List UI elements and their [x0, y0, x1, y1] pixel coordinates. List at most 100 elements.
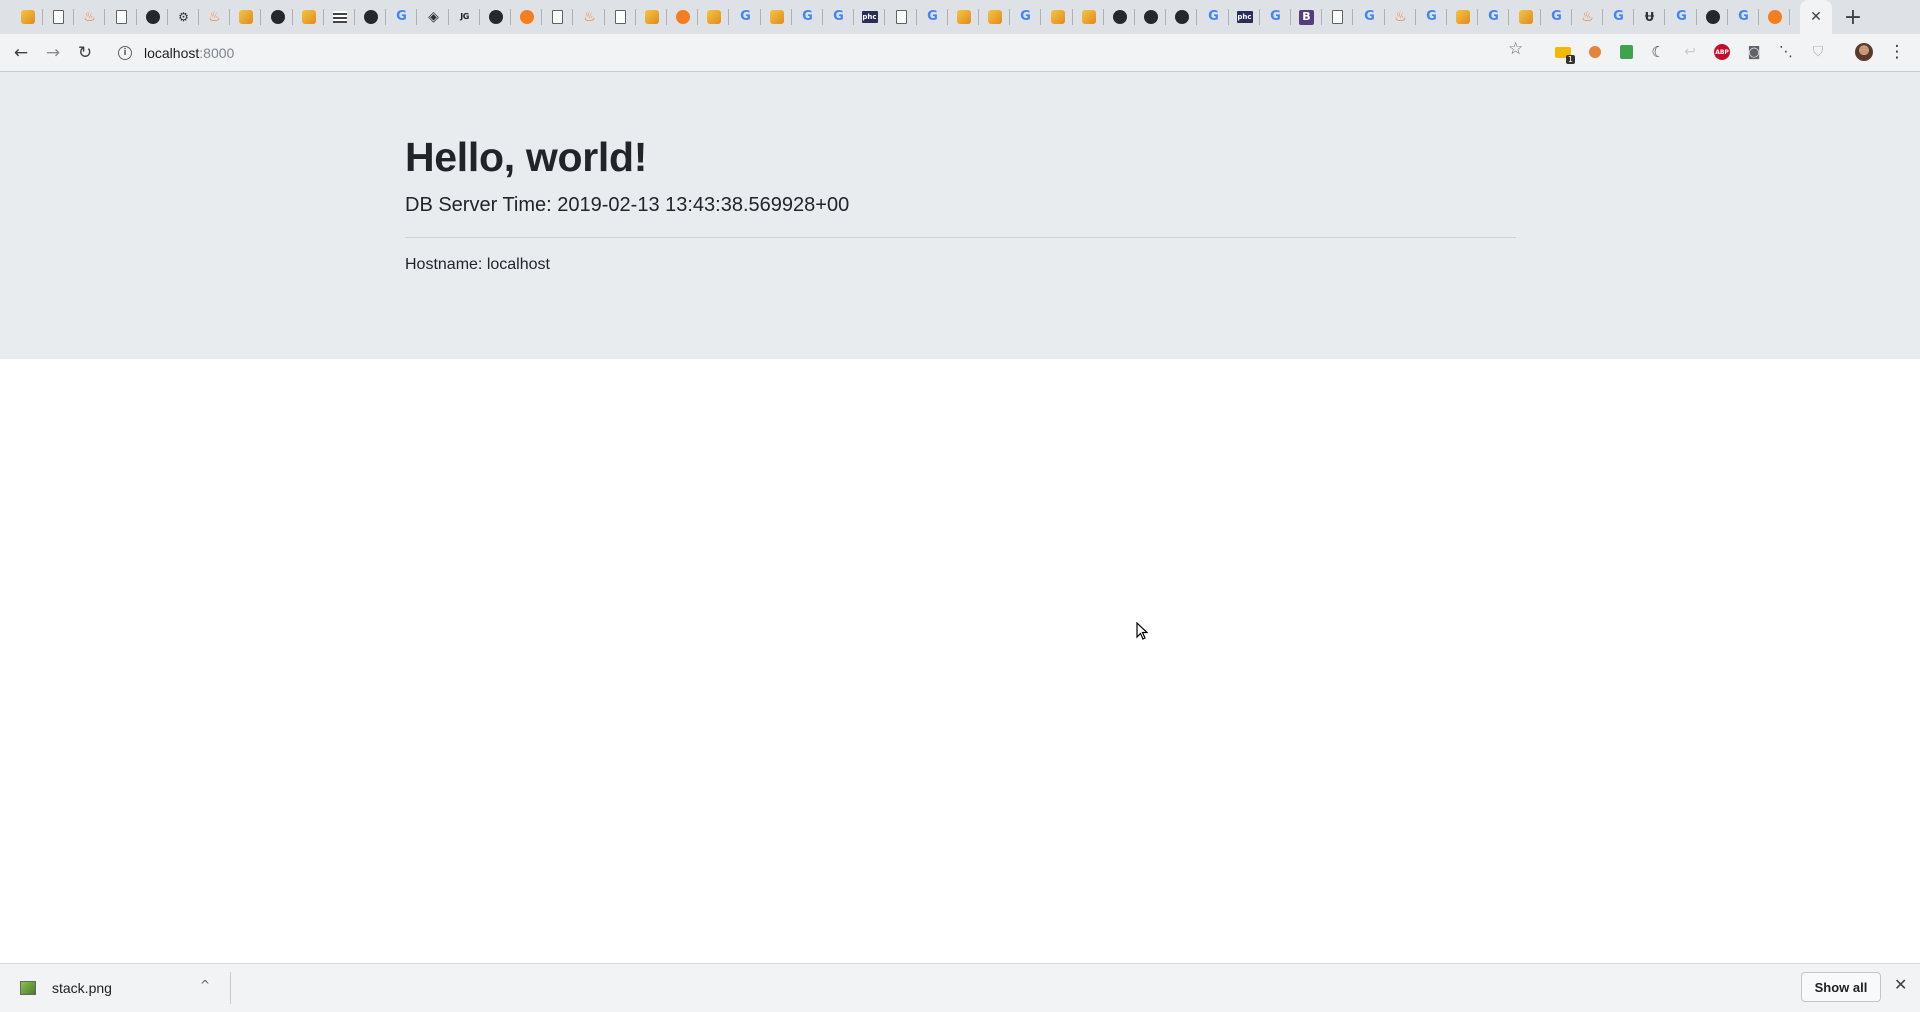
- browser-tab[interactable]: [1042, 0, 1073, 34]
- browser-tab[interactable]: [511, 0, 542, 34]
- page-icon: [116, 10, 127, 24]
- browser-tab[interactable]: G: [730, 0, 761, 34]
- download-item[interactable]: stack.png: [16, 964, 216, 1012]
- browser-tab[interactable]: ⚙: [168, 0, 199, 34]
- browser-tab[interactable]: [979, 0, 1010, 34]
- browser-tab[interactable]: [1073, 0, 1104, 34]
- browser-tab[interactable]: phc: [854, 0, 885, 34]
- tab-separator: [416, 9, 417, 25]
- browser-tab[interactable]: G: [386, 0, 417, 34]
- browser-tab[interactable]: G: [1260, 0, 1291, 34]
- google-icon: G: [1208, 9, 1219, 24]
- browser-tab[interactable]: [1135, 0, 1166, 34]
- browser-tab[interactable]: ♨: [574, 0, 605, 34]
- browser-tab[interactable]: [1166, 0, 1197, 34]
- browser-tab[interactable]: [761, 0, 792, 34]
- browser-tab[interactable]: [293, 0, 324, 34]
- camera-icon[interactable]: ◙: [1745, 43, 1763, 61]
- browser-tab[interactable]: G: [1541, 0, 1572, 34]
- browser-tab[interactable]: ♨: [1572, 0, 1603, 34]
- google-icon: G: [396, 9, 407, 24]
- browser-tab[interactable]: [636, 0, 667, 34]
- browser-tab[interactable]: [262, 0, 293, 34]
- browser-tab[interactable]: [886, 0, 917, 34]
- box-icon: [301, 10, 316, 24]
- browser-tab[interactable]: [1447, 0, 1478, 34]
- browser-tab[interactable]: B: [1291, 0, 1322, 34]
- reload-button[interactable]: ↻: [72, 40, 98, 66]
- browser-tab[interactable]: [1759, 0, 1790, 34]
- stack-icon: ♨: [583, 9, 596, 25]
- browser-tab[interactable]: [324, 0, 355, 34]
- back-button[interactable]: ←: [8, 40, 34, 66]
- stats-icon[interactable]: 1: [1554, 43, 1575, 64]
- new-tab-button[interactable]: +: [1840, 4, 1866, 30]
- browser-tab[interactable]: [667, 0, 698, 34]
- close-shelf-icon[interactable]: ✕: [1894, 975, 1907, 994]
- active-tab[interactable]: ✕: [1800, 0, 1832, 34]
- browser-tab[interactable]: [1322, 0, 1353, 34]
- browser-tab[interactable]: [948, 0, 979, 34]
- browser-tab[interactable]: G: [792, 0, 823, 34]
- browser-tab[interactable]: [12, 0, 43, 34]
- close-tab-icon[interactable]: ✕: [1810, 9, 1822, 25]
- browser-tab[interactable]: [355, 0, 386, 34]
- page-icon: [1332, 10, 1343, 24]
- browser-tab[interactable]: [43, 0, 74, 34]
- chevron-up-icon[interactable]: ^: [200, 978, 210, 992]
- browser-tab[interactable]: [542, 0, 573, 34]
- browser-tab[interactable]: [137, 0, 168, 34]
- browser-tab[interactable]: ♨: [199, 0, 230, 34]
- browser-tab[interactable]: G: [1416, 0, 1447, 34]
- menu-icon[interactable]: ⋮: [1888, 42, 1906, 62]
- extension-badge: 1: [1565, 54, 1575, 64]
- google-icon: G: [740, 9, 751, 24]
- browser-tab[interactable]: ◈: [418, 0, 449, 34]
- browser-tab[interactable]: G: [823, 0, 854, 34]
- browser-tab[interactable]: [106, 0, 137, 34]
- show-all-button[interactable]: Show all: [1801, 972, 1881, 1002]
- dark-mode-icon[interactable]: ☾: [1649, 43, 1667, 61]
- browser-tab[interactable]: [1104, 0, 1135, 34]
- google-icon: G: [1020, 9, 1031, 24]
- rss-icon[interactable]: ⋱: [1777, 43, 1795, 61]
- cookie-icon[interactable]: [1586, 43, 1604, 61]
- browser-tab[interactable]: ♨: [74, 0, 105, 34]
- browser-tab[interactable]: G: [1478, 0, 1509, 34]
- bookmark-star-icon[interactable]: ☆: [1508, 39, 1523, 59]
- browser-tab[interactable]: G: [917, 0, 948, 34]
- arrow-icon[interactable]: ↩: [1681, 43, 1699, 61]
- box-icon: [1518, 10, 1533, 24]
- browser-tab[interactable]: [605, 0, 636, 34]
- browser-tab[interactable]: G: [1728, 0, 1759, 34]
- avatar[interactable]: [1855, 43, 1873, 61]
- adblock-icon[interactable]: ABP: [1713, 43, 1731, 61]
- image-file-icon: [20, 981, 36, 995]
- shield-icon[interactable]: ⛉: [1809, 43, 1827, 61]
- box-icon: [1050, 10, 1065, 24]
- browser-tab[interactable]: G: [1603, 0, 1634, 34]
- browser-tab[interactable]: [1510, 0, 1541, 34]
- evernote-icon[interactable]: [1617, 43, 1635, 61]
- browser-tab[interactable]: [698, 0, 729, 34]
- browser-tab[interactable]: [230, 0, 261, 34]
- browser-tab[interactable]: G: [1010, 0, 1041, 34]
- browser-tab[interactable]: G: [1354, 0, 1385, 34]
- info-icon[interactable]: i: [118, 45, 132, 60]
- mouse-cursor-icon: [1136, 622, 1149, 640]
- google-icon: G: [1613, 9, 1624, 24]
- google-icon: G: [1488, 9, 1499, 24]
- browser-tab[interactable]: G: [1666, 0, 1697, 34]
- browser-tab[interactable]: [1697, 0, 1728, 34]
- browser-tab[interactable]: ♨: [1385, 0, 1416, 34]
- browser-tab[interactable]: JG: [449, 0, 480, 34]
- browser-tab[interactable]: phc: [1229, 0, 1260, 34]
- browser-tab[interactable]: G: [1198, 0, 1229, 34]
- github-icon: [1705, 10, 1720, 24]
- forward-button[interactable]: →: [40, 40, 66, 66]
- browser-tab[interactable]: [480, 0, 511, 34]
- jumbotron: Hello, world! DB Server Time: 2019-02-13…: [0, 72, 1920, 359]
- browser-tab[interactable]: Ʉ: [1634, 0, 1665, 34]
- address-bar[interactable]: i localhost:8000: [108, 38, 1538, 67]
- orange-icon: [675, 10, 690, 24]
